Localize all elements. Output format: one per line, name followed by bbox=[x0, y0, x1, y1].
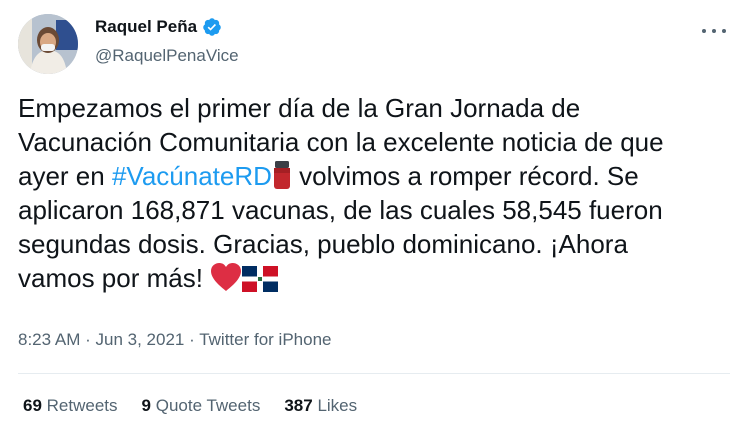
tweet-card: Raquel Peña @RaquelPenaVice Empezamos el… bbox=[0, 0, 748, 440]
more-options-icon[interactable] bbox=[702, 22, 726, 40]
tweet-text-segment: volvimos a romper récord. Se bbox=[291, 161, 639, 191]
tweet-stats: 69 Retweets 9 Quote Tweets 387 Likes bbox=[23, 396, 381, 416]
tweet-text-segment: segundas dosis. Gracias, pueblo dominica… bbox=[18, 229, 628, 259]
tweet-time[interactable]: 8:23 AM bbox=[18, 330, 80, 349]
likes-count: 387 bbox=[284, 396, 313, 415]
tweet-text-line: Empezamos el primer día de la Gran Jorna… bbox=[18, 91, 733, 125]
divider bbox=[18, 373, 730, 374]
tweet-text-segment: vamos por más! bbox=[18, 263, 211, 293]
avatar[interactable] bbox=[18, 14, 78, 74]
tweet-text-segment: ayer en bbox=[18, 161, 112, 191]
tweet-text-segment: Vacunación Comunitaria con la excelente … bbox=[18, 127, 664, 157]
red-heart-emoji bbox=[210, 262, 242, 300]
tweet-text-line: segundas dosis. Gracias, pueblo dominica… bbox=[18, 227, 733, 261]
tweet-source[interactable]: Twitter for iPhone bbox=[199, 330, 331, 349]
author-display-name[interactable]: Raquel Peña bbox=[95, 17, 197, 37]
quote-tweets-count: 9 bbox=[141, 396, 151, 415]
tweet-text-line: ayer en #VacúnateRD volvimos a romper ré… bbox=[18, 159, 733, 193]
tweet-text: Empezamos el primer día de la Gran Jorna… bbox=[18, 91, 733, 295]
tweet-date[interactable]: Jun 3, 2021 bbox=[96, 330, 185, 349]
author-handle[interactable]: @RaquelPenaVice bbox=[95, 46, 239, 66]
verified-badge-icon bbox=[202, 17, 222, 37]
retweets-count: 69 bbox=[23, 396, 42, 415]
quote-tweets-label: Quote Tweets bbox=[155, 396, 261, 415]
retweets-stat[interactable]: 69 Retweets bbox=[23, 396, 118, 416]
meta-separator: · bbox=[189, 330, 195, 349]
quote-tweets-stat[interactable]: 9 Quote Tweets bbox=[142, 396, 261, 416]
tweet-meta: 8:23 AM · Jun 3, 2021 · Twitter for iPho… bbox=[18, 330, 331, 350]
tweet-text-segment: aplicaron 168,871 vacunas, de las cuales… bbox=[18, 195, 663, 225]
likes-label: Likes bbox=[317, 396, 358, 415]
dominican-republic-flag-emoji bbox=[242, 266, 279, 300]
retweets-label: Retweets bbox=[46, 396, 118, 415]
meta-separator: · bbox=[85, 330, 91, 349]
tweet-text-line: Vacunación Comunitaria con la excelente … bbox=[18, 125, 733, 159]
tweet-text-line: vamos por más! bbox=[18, 261, 733, 295]
likes-stat[interactable]: 387 Likes bbox=[284, 396, 357, 416]
tweet-text-line: aplicaron 168,871 vacunas, de las cuales… bbox=[18, 193, 733, 227]
hashtag-link[interactable]: #VacúnateRD bbox=[112, 161, 272, 191]
tweet-text-segment: Empezamos el primer día de la Gran Jorna… bbox=[18, 93, 581, 123]
author-name-row[interactable]: Raquel Peña bbox=[95, 17, 222, 37]
